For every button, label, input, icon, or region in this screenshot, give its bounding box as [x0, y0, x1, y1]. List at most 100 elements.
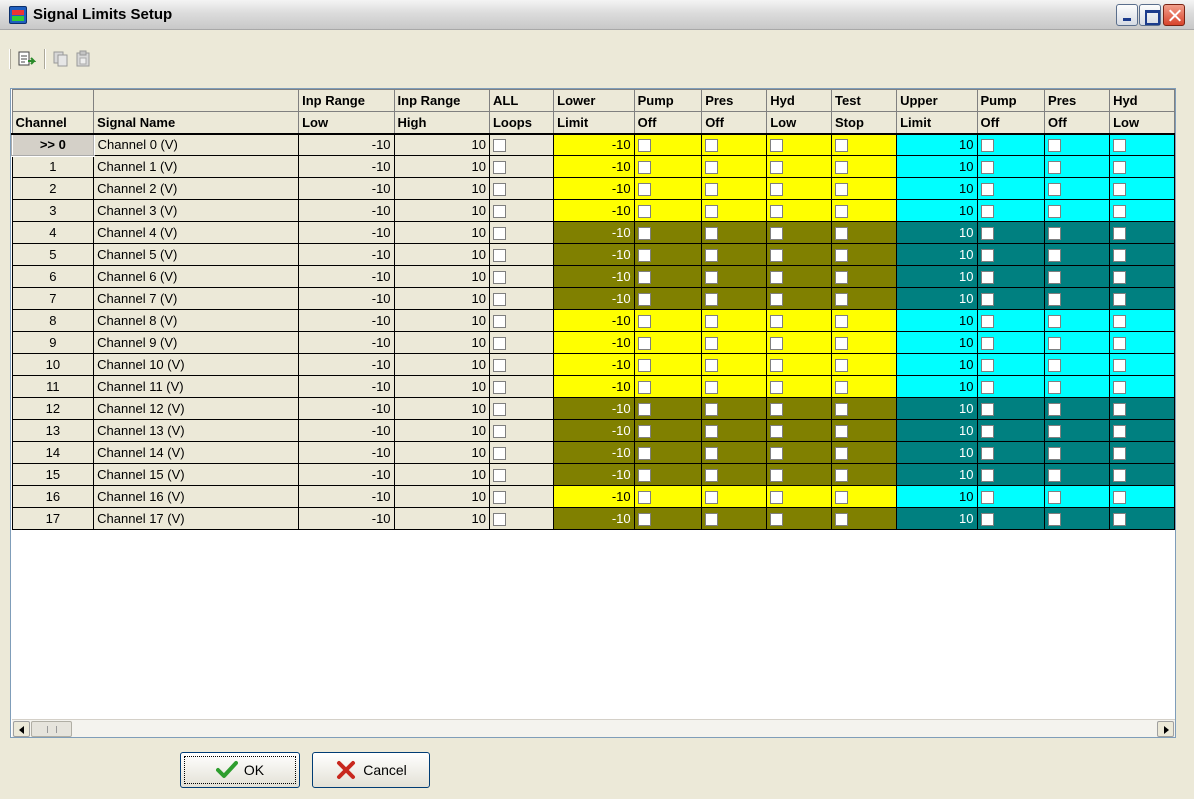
signal-name-cell[interactable]: Channel 16 (V) — [93, 485, 300, 508]
all-loops-checkbox[interactable] — [492, 425, 506, 439]
lower-hyd-low-checkbox[interactable] — [770, 403, 784, 417]
scroll-thumb[interactable] — [31, 721, 72, 737]
table-row[interactable]: 5 Channel 5 (V) -10 10 -10 10 — [11, 243, 1175, 266]
lower-hyd-low-checkbox[interactable] — [770, 271, 784, 285]
lower-limit-cell[interactable]: -10 — [553, 485, 635, 508]
signal-name-cell[interactable]: Channel 1 (V) — [93, 155, 300, 178]
lower-hyd-low-checkbox[interactable] — [770, 139, 784, 153]
signal-name-cell[interactable]: Channel 8 (V) — [93, 309, 300, 332]
lower-hyd-low-checkbox[interactable] — [770, 359, 784, 373]
lower-pres-off-checkbox[interactable] — [705, 315, 719, 329]
table-row[interactable]: 2 Channel 2 (V) -10 10 -10 10 — [11, 177, 1175, 200]
upper-hyd-low-checkbox[interactable] — [1113, 249, 1127, 263]
lower-test-stop-checkbox[interactable] — [835, 513, 849, 527]
table-row[interactable]: 4 Channel 4 (V) -10 10 -10 10 — [11, 221, 1175, 244]
upper-pump-off-checkbox[interactable] — [980, 447, 994, 461]
lower-pres-off-checkbox[interactable] — [705, 513, 719, 527]
upper-pres-off-checkbox[interactable] — [1048, 425, 1062, 439]
channel-cell[interactable]: 8 — [11, 309, 95, 332]
lower-pres-off-checkbox[interactable] — [705, 249, 719, 263]
upper-limit-cell[interactable]: 10 — [896, 397, 978, 420]
upper-limit-cell[interactable]: 10 — [896, 199, 978, 222]
inp-range-high-cell[interactable]: 10 — [393, 507, 490, 530]
all-loops-checkbox[interactable] — [492, 161, 506, 175]
table-row[interactable]: 6 Channel 6 (V) -10 10 -10 10 — [11, 265, 1175, 288]
inp-range-low-cell[interactable]: -10 — [298, 265, 395, 288]
lower-limit-cell[interactable]: -10 — [553, 507, 635, 530]
upper-pres-off-checkbox[interactable] — [1048, 359, 1062, 373]
upper-hyd-low-checkbox[interactable] — [1113, 425, 1127, 439]
upper-pres-off-checkbox[interactable] — [1048, 227, 1062, 241]
upper-limit-cell[interactable]: 10 — [896, 133, 978, 156]
scroll-right-icon[interactable] — [1157, 721, 1174, 737]
lower-pres-off-checkbox[interactable] — [705, 161, 719, 175]
all-loops-checkbox[interactable] — [492, 249, 506, 263]
inp-range-high-cell[interactable]: 10 — [393, 331, 490, 354]
lower-pump-off-checkbox[interactable] — [637, 315, 651, 329]
upper-pres-off-checkbox[interactable] — [1048, 447, 1062, 461]
inp-range-high-cell[interactable]: 10 — [393, 463, 490, 486]
upper-pump-off-checkbox[interactable] — [980, 249, 994, 263]
upper-pres-off-checkbox[interactable] — [1048, 139, 1062, 153]
lower-limit-cell[interactable]: -10 — [553, 287, 635, 310]
lower-pump-off-checkbox[interactable] — [637, 227, 651, 241]
inp-range-low-cell[interactable]: -10 — [298, 419, 395, 442]
lower-pump-off-checkbox[interactable] — [637, 293, 651, 307]
lower-pump-off-checkbox[interactable] — [637, 205, 651, 219]
inp-range-low-cell[interactable]: -10 — [298, 397, 395, 420]
lower-pump-off-checkbox[interactable] — [637, 249, 651, 263]
signal-name-cell[interactable]: Channel 10 (V) — [93, 353, 300, 376]
channel-cell[interactable]: >> 0 — [11, 132, 95, 157]
channel-cell[interactable]: 11 — [11, 375, 95, 398]
inp-range-low-cell[interactable]: -10 — [298, 133, 395, 156]
lower-limit-cell[interactable]: -10 — [553, 463, 635, 486]
lower-limit-cell[interactable]: -10 — [553, 265, 635, 288]
upper-pump-off-checkbox[interactable] — [980, 359, 994, 373]
upper-pres-off-checkbox[interactable] — [1048, 293, 1062, 307]
upper-pump-off-checkbox[interactable] — [980, 425, 994, 439]
lower-limit-cell[interactable]: -10 — [553, 331, 635, 354]
upper-pump-off-checkbox[interactable] — [980, 205, 994, 219]
signal-name-cell[interactable]: Channel 12 (V) — [93, 397, 300, 420]
inp-range-high-cell[interactable]: 10 — [393, 221, 490, 244]
lower-limit-cell[interactable]: -10 — [553, 133, 635, 156]
clipboard-icon[interactable] — [74, 50, 92, 68]
maximize-button[interactable] — [1139, 4, 1161, 26]
inp-range-high-cell[interactable]: 10 — [393, 485, 490, 508]
lower-pres-off-checkbox[interactable] — [705, 205, 719, 219]
upper-hyd-low-checkbox[interactable] — [1113, 337, 1127, 351]
signal-name-cell[interactable]: Channel 2 (V) — [93, 177, 300, 200]
signal-name-cell[interactable]: Channel 17 (V) — [93, 507, 300, 530]
channel-cell[interactable]: 14 — [11, 441, 95, 464]
table-row[interactable]: 17 Channel 17 (V) -10 10 -10 10 — [11, 507, 1175, 530]
all-loops-checkbox[interactable] — [492, 183, 506, 197]
lower-hyd-low-checkbox[interactable] — [770, 315, 784, 329]
inp-range-high-cell[interactable]: 10 — [393, 155, 490, 178]
lower-hyd-low-checkbox[interactable] — [770, 425, 784, 439]
lower-pump-off-checkbox[interactable] — [637, 513, 651, 527]
inp-range-low-cell[interactable]: -10 — [298, 243, 395, 266]
lower-pump-off-checkbox[interactable] — [637, 337, 651, 351]
lower-pump-off-checkbox[interactable] — [637, 381, 651, 395]
all-loops-checkbox[interactable] — [492, 337, 506, 351]
lower-pres-off-checkbox[interactable] — [705, 425, 719, 439]
inp-range-low-cell[interactable]: -10 — [298, 309, 395, 332]
table-row[interactable]: 9 Channel 9 (V) -10 10 -10 10 — [11, 331, 1175, 354]
lower-pres-off-checkbox[interactable] — [705, 293, 719, 307]
inp-range-low-cell[interactable]: -10 — [298, 485, 395, 508]
table-row[interactable]: 3 Channel 3 (V) -10 10 -10 10 — [11, 199, 1175, 222]
lower-pump-off-checkbox[interactable] — [637, 139, 651, 153]
all-loops-checkbox[interactable] — [492, 271, 506, 285]
table-row[interactable]: 16 Channel 16 (V) -10 10 -10 10 — [11, 485, 1175, 508]
lower-test-stop-checkbox[interactable] — [835, 183, 849, 197]
channel-cell[interactable]: 5 — [11, 243, 95, 266]
close-button[interactable] — [1163, 4, 1185, 26]
upper-hyd-low-checkbox[interactable] — [1113, 183, 1127, 197]
lower-hyd-low-checkbox[interactable] — [770, 447, 784, 461]
lower-limit-cell[interactable]: -10 — [553, 243, 635, 266]
lower-limit-cell[interactable]: -10 — [553, 199, 635, 222]
inp-range-high-cell[interactable]: 10 — [393, 309, 490, 332]
all-loops-checkbox[interactable] — [492, 139, 506, 153]
upper-pres-off-checkbox[interactable] — [1048, 381, 1062, 395]
table-row[interactable]: 13 Channel 13 (V) -10 10 -10 10 — [11, 419, 1175, 442]
